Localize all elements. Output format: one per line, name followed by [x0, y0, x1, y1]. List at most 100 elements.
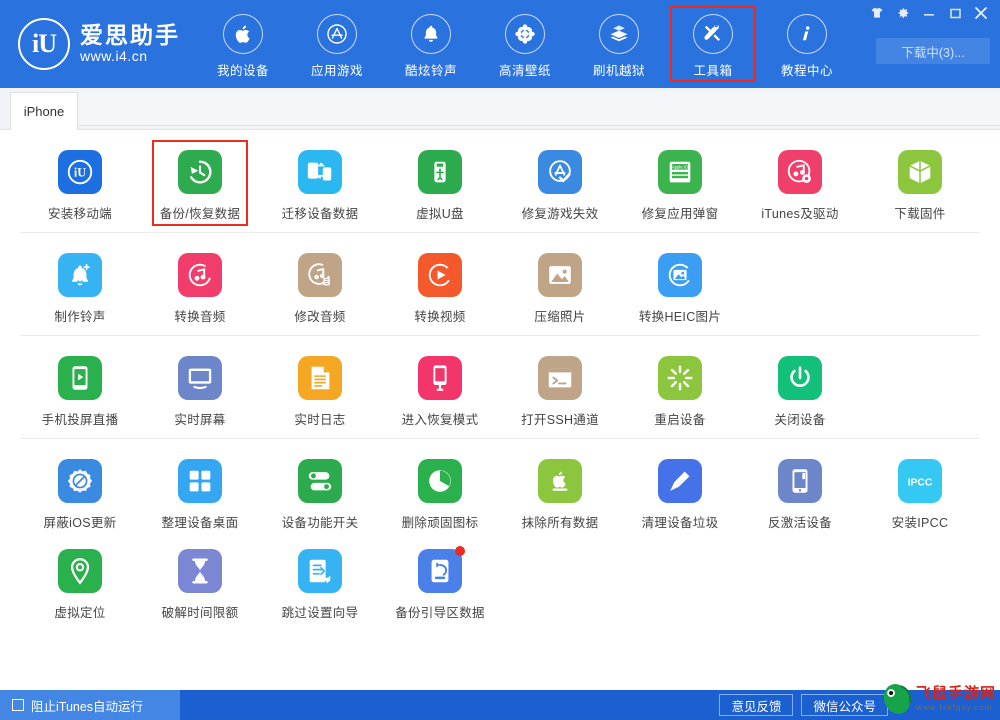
tool-item[interactable]: 备份/恢复数据: [140, 138, 260, 228]
tool-label: 备份引导区数据: [395, 606, 485, 620]
brand-name: 爱思助手: [80, 22, 180, 48]
nav-item-jailbreak[interactable]: 刷机越狱: [572, 10, 666, 80]
tool-item[interactable]: 反激活设备: [740, 447, 860, 537]
nav-item-wallpapers[interactable]: 高清壁纸: [478, 10, 572, 80]
tool-label: 虚拟U盘: [416, 207, 464, 221]
svg-text:iU: iU: [74, 166, 86, 180]
tshirt-icon[interactable]: [864, 2, 890, 24]
tabstrip-filler: [79, 92, 1000, 126]
appstore-icon: [317, 14, 357, 54]
tool-label: 跳过设置向导: [281, 606, 359, 620]
tool-label: 抹除所有数据: [521, 516, 599, 530]
apple-icon: [223, 14, 263, 54]
tool-item[interactable]: 实时日志: [260, 344, 380, 434]
toolbox-wrench-icon: [693, 14, 733, 54]
tool-item[interactable]: 删除顽固图标: [380, 447, 500, 537]
download-status-label: 下载中(3)...: [901, 45, 965, 60]
tool-item[interactable]: 破解时间限额: [140, 537, 260, 627]
tool-item[interactable]: 虚拟U盘: [380, 138, 500, 228]
clean-junk-icon: [658, 459, 702, 503]
tool-group: 制作铃声 转换音频 修改音频 转换视频 压缩照片 转换HEIC图片: [20, 233, 980, 336]
deactivate-icon: [778, 459, 822, 503]
nav-label: 高清壁纸: [498, 64, 551, 78]
tool-item[interactable]: 跳过设置向导: [260, 537, 380, 627]
tool-item[interactable]: 虚拟定位: [20, 537, 140, 627]
tool-item[interactable]: iU 安装移动端: [20, 138, 140, 228]
footer-buttons: 意见反馈 微信公众号: [719, 694, 888, 716]
tool-item[interactable]: 抹除所有数据: [500, 447, 620, 537]
tool-item[interactable]: 整理设备桌面: [140, 447, 260, 537]
i4-logo-icon: iU: [18, 18, 70, 70]
tool-label: 压缩照片: [534, 310, 586, 324]
realtime-screen-icon: [178, 356, 222, 400]
nav-item-apps-games[interactable]: 应用游戏: [290, 10, 384, 80]
video-convert-icon: [418, 253, 462, 297]
svg-text:IPCC: IPCC: [908, 478, 933, 489]
nav-item-toolbox[interactable]: 工具箱: [666, 6, 760, 82]
tool-item[interactable]: 实时屏幕: [140, 344, 260, 434]
i4-logo-text: iU: [32, 29, 57, 58]
tool-label: iTunes及驱动: [761, 207, 839, 221]
nav-item-my-device[interactable]: 我的设备: [196, 10, 290, 80]
download-status-button[interactable]: 下载中(3)...: [876, 38, 990, 64]
ssh-terminal-icon: [538, 356, 582, 400]
remove-icon-icon: [418, 459, 462, 503]
nav-label: 我的设备: [216, 64, 269, 78]
tool-item[interactable]: 压缩照片: [500, 241, 620, 331]
tool-item[interactable]: 修复游戏失效: [500, 138, 620, 228]
tool-item[interactable]: 制作铃声: [20, 241, 140, 331]
backup-restore-icon: [178, 150, 222, 194]
tool-item[interactable]: IPCC 安装IPCC: [860, 447, 980, 537]
tool-item[interactable]: 下载固件: [860, 138, 980, 228]
wechat-button[interactable]: 微信公众号: [801, 694, 888, 716]
ringtone-bell-icon: [58, 253, 102, 297]
block-itunes-checkbox-row[interactable]: 阻止iTunes自动运行: [0, 690, 180, 720]
maximize-icon[interactable]: [942, 2, 968, 24]
tool-item[interactable]: iTunes及驱动: [740, 138, 860, 228]
tool-item[interactable]: 备份引导区数据: [380, 537, 500, 627]
nav-label: 教程中心: [780, 64, 833, 78]
tool-item[interactable]: 转换HEIC图片: [620, 241, 740, 331]
tool-item[interactable]: 修改音频: [260, 241, 380, 331]
tool-label: 实时屏幕: [174, 413, 226, 427]
tool-label: 修改音频: [294, 310, 346, 324]
flower-wallpaper-icon: [505, 14, 545, 54]
nav-item-tutorials[interactable]: 教程中心: [760, 10, 854, 80]
feedback-button[interactable]: 意见反馈: [719, 694, 794, 716]
tool-label: 虚拟定位: [54, 606, 106, 620]
nav-item-ringtones[interactable]: 酷炫铃声: [384, 10, 478, 80]
tool-label: 破解时间限额: [161, 606, 239, 620]
organize-home-icon: [178, 459, 222, 503]
tool-label: 反激活设备: [767, 516, 832, 530]
tool-item[interactable]: 转换视频: [380, 241, 500, 331]
brand: iU 爱思助手 www.i4.cn: [18, 18, 180, 70]
tool-item[interactable]: 手机投屏直播: [20, 344, 140, 434]
info-icon: [787, 14, 827, 54]
close-icon[interactable]: [968, 2, 994, 24]
tab-iphone[interactable]: iPhone: [10, 92, 78, 130]
tool-item[interactable]: 打开SSH通道: [500, 344, 620, 434]
tool-item[interactable]: Apple ID 修复应用弹窗: [620, 138, 740, 228]
audio-convert-icon: [178, 253, 222, 297]
new-badge: [455, 546, 465, 556]
power-off-icon: [778, 356, 822, 400]
tool-item[interactable]: 屏蔽iOS更新: [20, 447, 140, 537]
block-itunes-checkbox[interactable]: [12, 699, 24, 711]
tool-item[interactable]: 设备功能开关: [260, 447, 380, 537]
gear-icon[interactable]: [890, 2, 916, 24]
tool-item[interactable]: 清理设备垃圾: [620, 447, 740, 537]
skip-setup-icon: [298, 549, 342, 593]
appstore-fix-icon: [538, 150, 582, 194]
tool-item[interactable]: 关闭设备: [740, 344, 860, 434]
tool-item[interactable]: 重启设备: [620, 344, 740, 434]
tool-label: 转换HEIC图片: [638, 310, 722, 324]
minimize-icon[interactable]: [916, 2, 942, 24]
tool-item[interactable]: 迁移设备数据: [260, 138, 380, 228]
toolbox-content: iU 安装移动端 备份/恢复数据 迁移设备数据 虚拟U盘 修复游戏失效 Apple ID 修复…: [0, 130, 1000, 690]
tool-label: 修复游戏失效: [521, 207, 599, 221]
tool-label: 转换视频: [414, 310, 466, 324]
tool-label: 重启设备: [654, 413, 706, 427]
feedback-label: 意见反馈: [731, 699, 782, 714]
tool-item[interactable]: 进入恢复模式: [380, 344, 500, 434]
tool-item[interactable]: 转换音频: [140, 241, 260, 331]
